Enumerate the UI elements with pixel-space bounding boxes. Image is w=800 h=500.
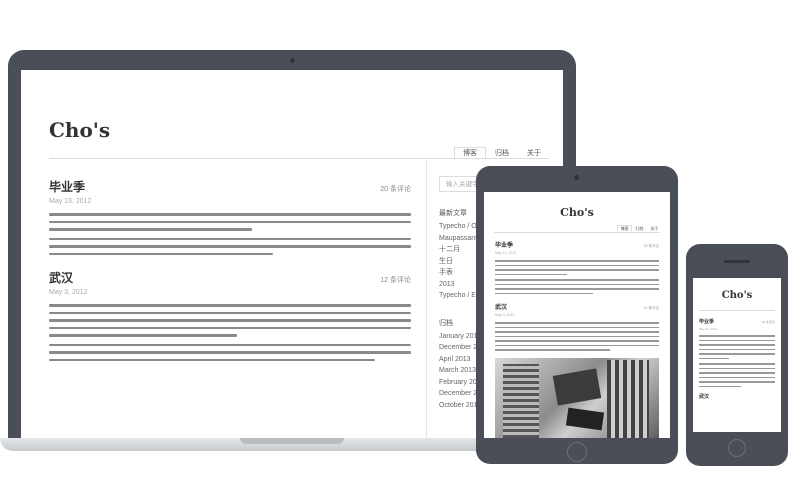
tab-about[interactable]: 关于 xyxy=(647,225,662,232)
tablet-camera xyxy=(574,175,579,180)
post-title[interactable]: 武汉 xyxy=(699,393,709,400)
post-paragraph xyxy=(49,343,411,361)
post-paragraph xyxy=(495,260,659,275)
tablet-home-button[interactable] xyxy=(567,442,587,462)
post-list: 毕业季 20 条评论 May 13, 2012 xyxy=(699,318,775,406)
header-divider xyxy=(699,310,775,311)
post-item: 武汉 12 条评论 May 3, 2012 xyxy=(49,269,411,361)
laptop-camera xyxy=(290,58,295,63)
post-date: May 13, 2012 xyxy=(495,251,517,255)
tablet-screen: Cho's 博客 归档 关于 毕业季 20 条评论 May 13, 2012 武… xyxy=(484,192,670,438)
laptop-notch xyxy=(240,438,344,444)
post-comment-count[interactable]: 20 条评论 xyxy=(380,184,411,194)
phone-screen: Cho's 毕业季 20 条评论 May 13, 2012 武汉 xyxy=(693,278,781,432)
post-item: 毕业季 20 条评论 May 13, 2012 xyxy=(49,178,411,255)
phone-speaker xyxy=(724,260,750,263)
post-title[interactable]: 毕业季 xyxy=(495,240,513,249)
header-divider xyxy=(494,232,660,233)
post-date: May 13, 2012 xyxy=(49,198,92,205)
post-comment-count[interactable]: 20 条评论 xyxy=(644,244,659,249)
post-title[interactable]: 武汉 xyxy=(49,269,73,286)
post-date: May 13, 2012 xyxy=(699,327,718,331)
post-item: 毕业季 20 条评论 May 13, 2012 xyxy=(699,318,775,387)
post-paragraph xyxy=(699,363,775,387)
post-title[interactable]: 毕业季 xyxy=(699,318,714,325)
header-divider xyxy=(49,158,549,159)
post-paragraph xyxy=(49,213,411,231)
tab-archive[interactable]: 归档 xyxy=(632,225,647,232)
post-title[interactable]: 毕业季 xyxy=(49,178,85,195)
post-list: 毕业季 20 条评论 May 13, 2012 武汉 12 条评论 May 3,… xyxy=(49,178,411,375)
sidebar-divider xyxy=(426,160,427,438)
site-title[interactable]: Cho's xyxy=(693,290,781,301)
phone-home-button[interactable] xyxy=(728,439,746,457)
post-item: 武汉 12 条评论 May 3, 2012 xyxy=(495,302,659,351)
post-item: 武汉 xyxy=(699,393,775,400)
post-comment-count[interactable]: 20 条评论 xyxy=(762,320,775,324)
tab-blog[interactable]: 博客 xyxy=(617,225,632,232)
post-date: May 3, 2012 xyxy=(49,289,88,296)
main-nav: 博客 归档 关于 xyxy=(617,225,662,232)
post-paragraph xyxy=(495,279,659,294)
post-date: May 3, 2012 xyxy=(495,313,515,317)
post-title[interactable]: 武汉 xyxy=(495,302,507,311)
tablet-device: Cho's 博客 归档 关于 毕业季 20 条评论 May 13, 2012 武… xyxy=(476,166,678,464)
phone-device: Cho's 毕业季 20 条评论 May 13, 2012 武汉 xyxy=(686,244,788,466)
post-item: 毕业季 20 条评论 May 13, 2012 xyxy=(495,240,659,294)
post-paragraph xyxy=(699,335,775,359)
post-photo[interactable] xyxy=(495,358,659,438)
post-comment-count[interactable]: 12 条评论 xyxy=(380,275,411,285)
post-paragraph xyxy=(49,304,411,337)
site-title[interactable]: Cho's xyxy=(484,206,670,219)
post-paragraph xyxy=(49,237,411,255)
post-comment-count[interactable]: 12 条评论 xyxy=(644,306,659,311)
post-paragraph xyxy=(495,322,659,351)
post-list: 毕业季 20 条评论 May 13, 2012 xyxy=(495,240,659,359)
site-title[interactable]: Cho's xyxy=(49,118,110,142)
